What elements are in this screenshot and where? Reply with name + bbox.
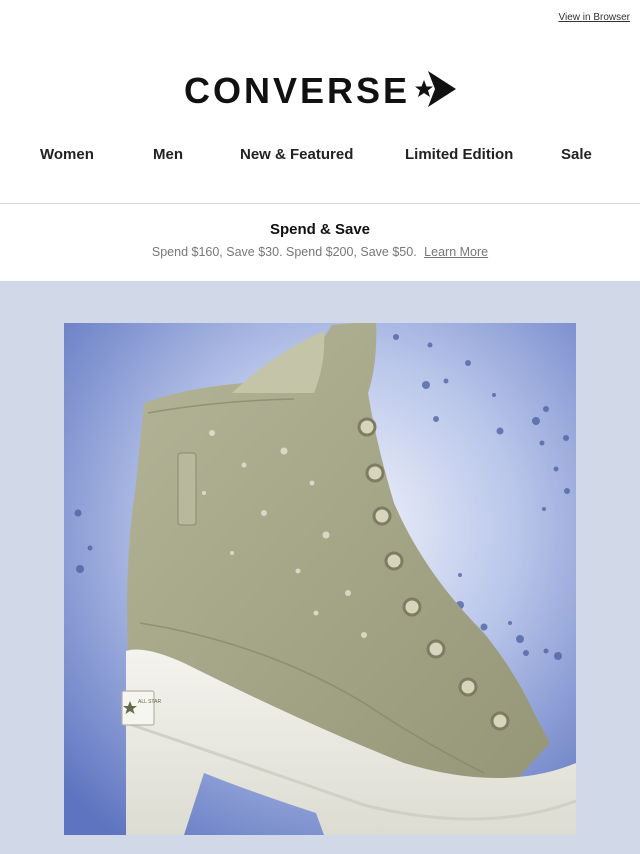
- hero-image[interactable]: ALL STAR: [64, 323, 576, 835]
- nav-sale[interactable]: Sale: [561, 146, 592, 163]
- promo-banner: Spend & Save Spend $160, Save $30. Spend…: [0, 221, 640, 259]
- nav-new-featured[interactable]: New & Featured: [240, 146, 353, 163]
- nav-women[interactable]: Women: [40, 146, 94, 163]
- nav-men[interactable]: Men: [153, 146, 183, 163]
- view-in-browser-link[interactable]: View in Browser: [558, 12, 630, 23]
- brand-wordmark: CONVERSE: [183, 70, 411, 111]
- side-tab: [177, 452, 197, 526]
- brand-logo[interactable]: CONVERSE: [0, 70, 640, 112]
- nav-limited-edition[interactable]: Limited Edition: [405, 146, 513, 163]
- promo-text: Spend $160, Save $30. Spend $200, Save $…: [151, 245, 417, 259]
- promo-text-line: Spend $160, Save $30. Spend $200, Save $…: [0, 245, 640, 259]
- main-nav: Women Men New & Featured Limited Edition…: [0, 146, 640, 168]
- heel-badge-label: ALL STAR: [138, 699, 161, 705]
- email-page: View in Browser CONVERSE Women Men New &…: [0, 0, 640, 854]
- promo-title: Spend & Save: [269, 221, 371, 238]
- topbar: View in Browser: [558, 12, 630, 23]
- learn-more-link[interactable]: Learn More: [424, 245, 488, 259]
- star-chevron-icon: [414, 70, 457, 112]
- header-divider: [0, 203, 640, 204]
